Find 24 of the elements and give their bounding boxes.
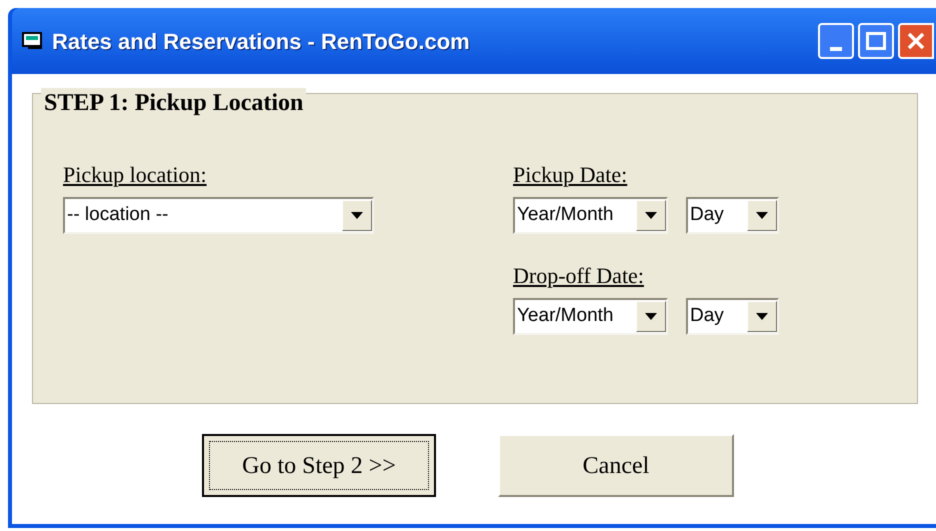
- dropdown-arrow-icon: [756, 313, 768, 320]
- dropdown-arrow-icon: [756, 212, 768, 219]
- dropdown-arrow-icon: [645, 313, 657, 320]
- field-label: Pickup Date:: [513, 162, 628, 188]
- app-icon: [22, 32, 44, 50]
- day-dropdown[interactable]: Day: [686, 197, 779, 234]
- maximize-icon: [866, 32, 886, 50]
- window-title: Rates and Reservations - RenToGo.com: [52, 28, 470, 56]
- day-dropdown[interactable]: Day: [686, 298, 779, 335]
- location-dropdown[interactable]: -- location --: [63, 197, 374, 234]
- dropdown-arrow-icon: [351, 212, 363, 219]
- month-dropdown[interactable]: Year/Month: [513, 197, 668, 234]
- maximize-button[interactable]: [858, 23, 894, 59]
- minimize-icon: [830, 47, 842, 51]
- close-button[interactable]: [898, 23, 934, 59]
- month-dropdown[interactable]: Year/Month: [513, 298, 668, 335]
- field-label: Pickup location:: [63, 162, 207, 188]
- next-step-button[interactable]: Go to Step 2 >>: [202, 434, 436, 497]
- group-legend: STEP 1: Pickup Location: [41, 88, 306, 118]
- close-icon: [906, 31, 926, 51]
- minimize-button[interactable]: [818, 23, 854, 59]
- field-label: Drop-off Date:: [513, 263, 644, 289]
- cancel-button[interactable]: Cancel: [498, 434, 734, 497]
- dropdown-arrow-icon: [645, 212, 657, 219]
